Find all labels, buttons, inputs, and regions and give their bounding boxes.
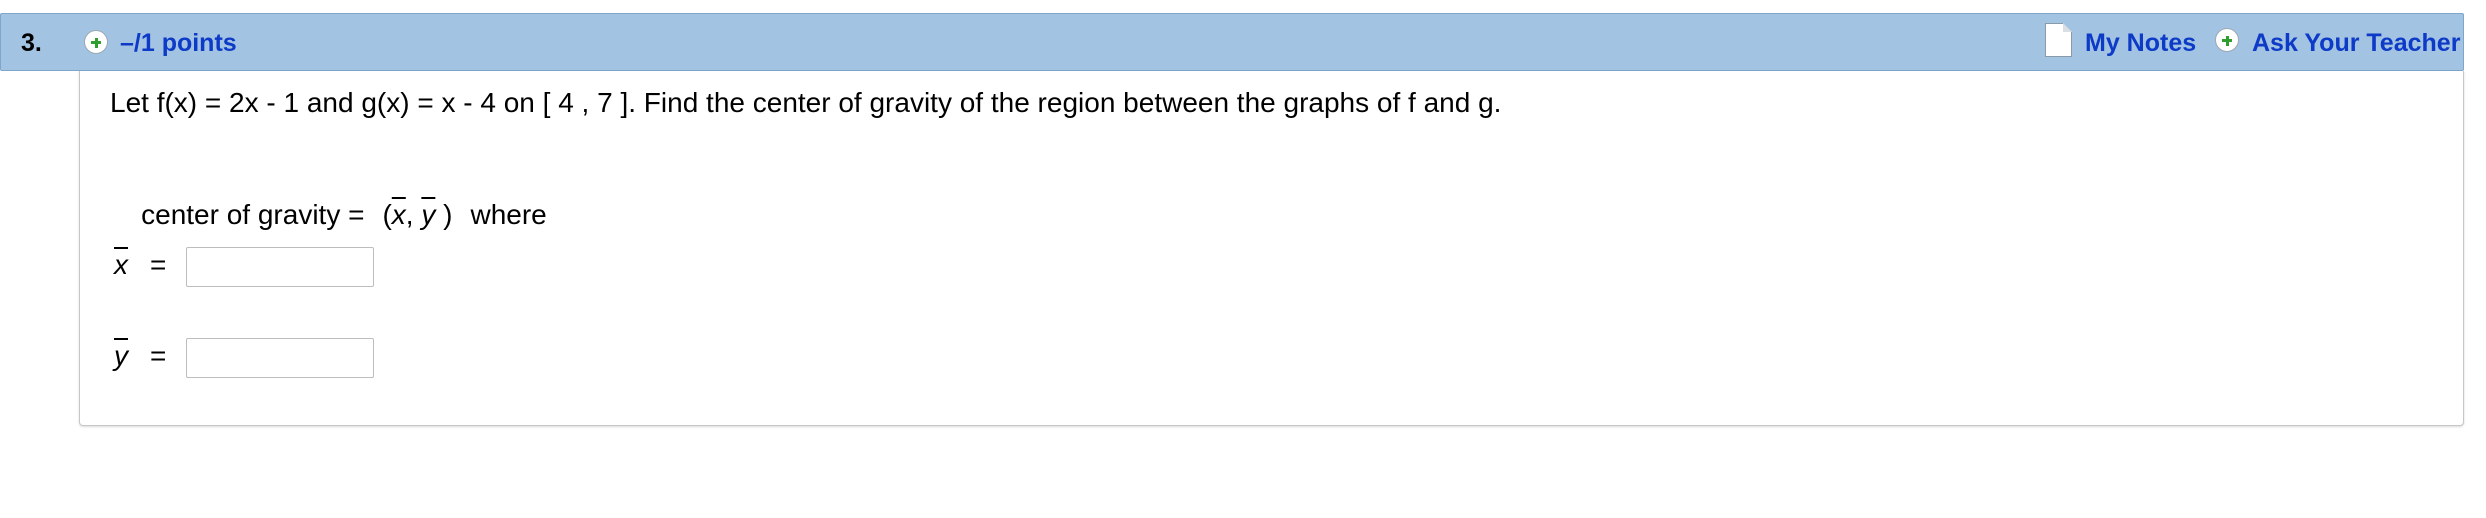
my-notes-link[interactable]: My Notes [2085,29,2196,58]
points-label[interactable]: –/1 points [120,29,237,58]
ask-your-teacher-link[interactable]: Ask Your Teacher [2252,29,2460,58]
question-prompt: Let f(x) = 2x - 1 and g(x) = x - 4 on [ … [110,87,1502,118]
x-bar-label: x [114,249,128,280]
y-bar-input[interactable] [186,338,374,378]
question-number: 3. [21,29,42,57]
equals-sign: = [150,249,167,280]
tuple-separator: , [405,199,422,230]
question-header: 3. –/1 points My Notes Ask Your Teacher [0,13,2464,71]
center-of-gravity-tuple: (x, y ) [382,199,452,231]
x-bar-symbol: x [391,199,406,230]
y-bar-symbol: y [421,199,436,230]
y-bar-label: y [114,340,128,371]
equals-sign: = [150,340,167,371]
plus-circle-icon[interactable] [84,30,108,54]
x-bar-input[interactable] [186,247,374,287]
question-body: Let f(x) = 2x - 1 and g(x) = x - 4 on [ … [79,71,2464,426]
close-paren: ) [435,199,453,230]
center-of-gravity-label: center of gravity = [141,199,365,230]
plus-circle-icon[interactable] [2215,28,2239,52]
note-page-icon[interactable] [2045,23,2072,57]
where-label: where [470,199,547,230]
open-paren: ( [382,199,392,230]
